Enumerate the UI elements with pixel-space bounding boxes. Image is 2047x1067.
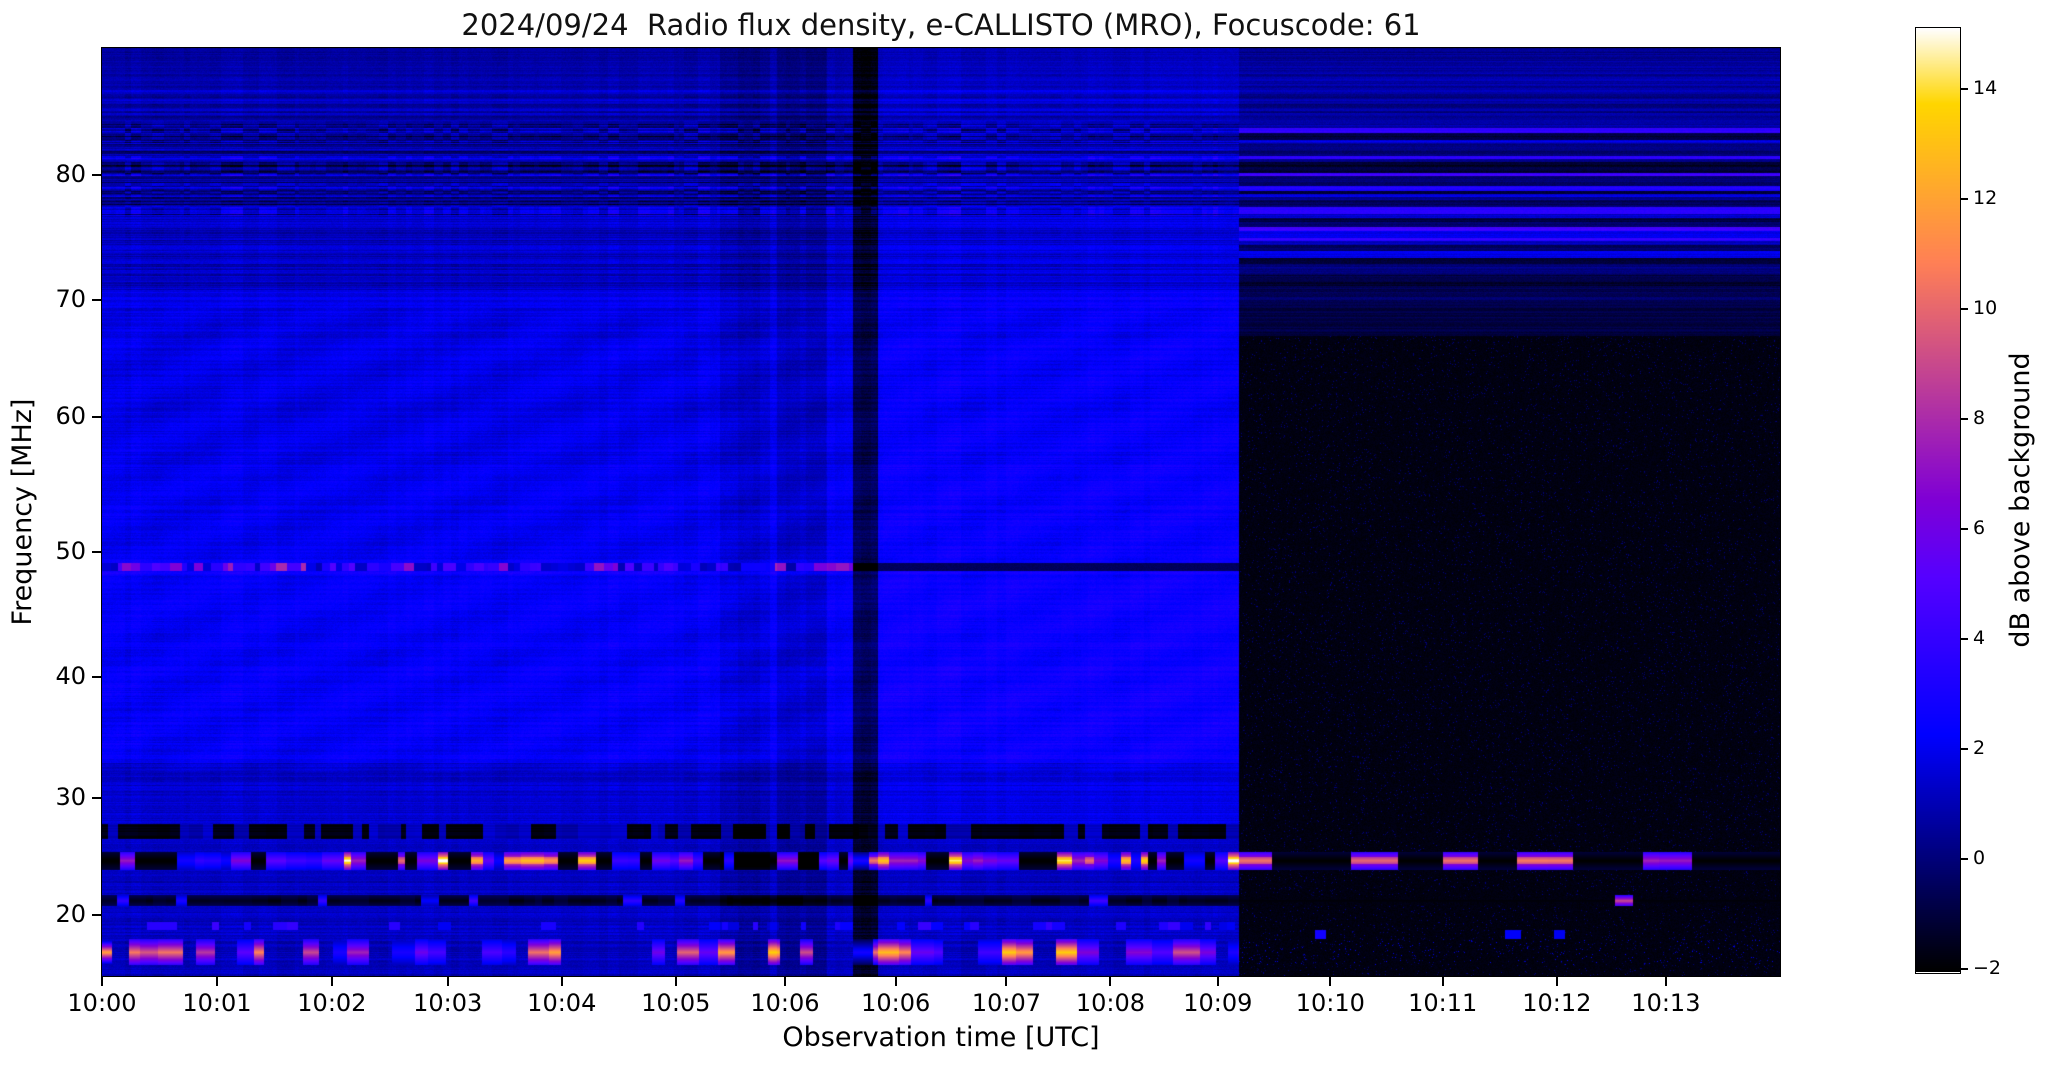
colorbar-tick-label: 8 <box>1973 406 1986 429</box>
colorbar-tick-label: 0 <box>1973 847 1986 870</box>
x-tick <box>1441 977 1444 986</box>
x-tick-label: 10:03 <box>413 989 483 1017</box>
x-tick-label: 10:05 <box>641 989 711 1017</box>
colorbar-tick <box>1961 307 1968 310</box>
colorbar-tick-label: 6 <box>1973 516 1986 539</box>
x-tick-label: 10:02 <box>297 989 367 1017</box>
x-tick-label: 10:01 <box>182 989 252 1017</box>
x-tick-label: 10:10 <box>1295 989 1365 1017</box>
y-tick <box>92 550 101 553</box>
x-tick <box>560 977 563 986</box>
colorbar-tick <box>1961 197 1968 200</box>
colorbar-tick <box>1961 417 1968 420</box>
x-tick <box>783 977 786 986</box>
x-tick <box>330 977 333 986</box>
colorbar-tick-label: 2 <box>1973 737 1986 760</box>
y-tick <box>92 676 101 679</box>
colorbar-tick-label: 14 <box>1973 76 1998 99</box>
x-tick-label: 10:11 <box>1408 989 1478 1017</box>
x-tick-label: 10:08 <box>1075 989 1146 1017</box>
x-tick <box>1555 977 1558 986</box>
colorbar-tick-label: 12 <box>1973 186 1998 209</box>
y-tick <box>92 416 101 419</box>
x-tick-label: 10:06 <box>750 989 820 1017</box>
y-tick-label: 30 <box>55 782 86 811</box>
y-axis-label: Frequency [MHz] <box>7 398 38 626</box>
x-tick-label: 10:12 <box>1522 989 1592 1017</box>
y-tick <box>92 913 101 916</box>
y-tick <box>92 174 101 177</box>
x-axis-label: Observation time [UTC] <box>782 1022 1100 1053</box>
colorbar-tick <box>1961 748 1968 751</box>
colorbar-tick-label: 10 <box>1973 296 1998 319</box>
x-tick <box>101 977 103 986</box>
colorbar-tick <box>1961 87 1968 90</box>
y-tick-label: 20 <box>55 899 86 928</box>
x-tick <box>1109 977 1112 986</box>
colorbar-canvas <box>1916 28 1960 972</box>
colorbar-tick-label: 4 <box>1973 626 1986 649</box>
x-tick-label: 10:06 <box>861 989 931 1017</box>
colorbar-tick-label: −2 <box>1973 957 2002 980</box>
x-tick <box>215 977 218 986</box>
colorbar-tick <box>1961 527 1968 530</box>
x-tick <box>894 977 897 986</box>
colorbar-label: dB above background <box>2005 352 2036 648</box>
y-tick <box>92 299 101 302</box>
x-tick-label: 10:13 <box>1631 989 1701 1017</box>
x-tick <box>1216 977 1219 986</box>
x-tick-label: 10:09 <box>1183 989 1253 1017</box>
colorbar-tick <box>1961 858 1968 861</box>
x-tick <box>446 977 449 986</box>
x-tick <box>674 977 677 986</box>
x-tick-label: 10:04 <box>527 989 597 1017</box>
x-tick-label: 10:07 <box>971 989 1042 1017</box>
x-tick <box>1664 977 1667 986</box>
y-tick <box>92 796 101 799</box>
colorbar-tick <box>1961 637 1968 640</box>
spectrogram-canvas <box>102 48 1780 976</box>
colorbar-tick <box>1961 968 1968 971</box>
x-tick <box>1005 977 1008 986</box>
y-tick-label: 80 <box>55 160 86 189</box>
chart-title: 2024/09/24 Radio flux density, e-CALLIST… <box>461 8 1421 42</box>
figure: 2024/09/24 Radio flux density, e-CALLIST… <box>0 0 2047 1067</box>
x-tick-label: 10:00 <box>67 989 137 1017</box>
x-tick <box>1329 977 1332 986</box>
